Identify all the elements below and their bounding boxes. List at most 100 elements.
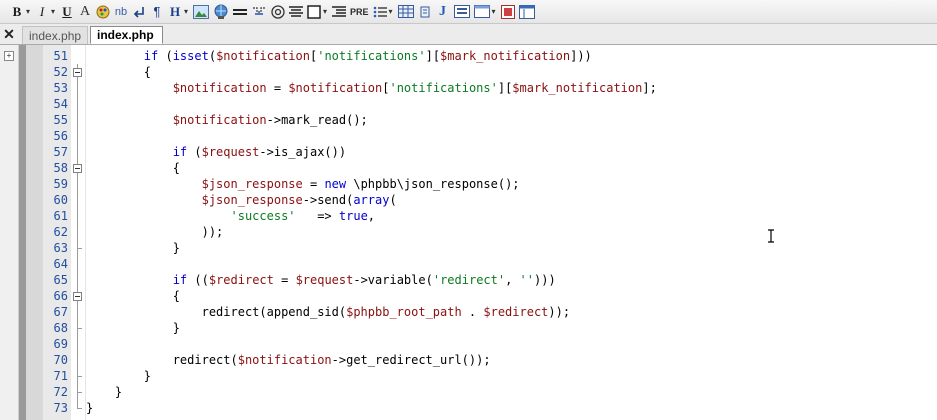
code-line[interactable]: } [86,384,122,400]
code-line[interactable]: { [86,160,180,176]
box-dropdown-arrow[interactable]: ▾ [322,3,328,21]
code-line[interactable]: $json_response = new \phpbb\json_respons… [86,176,520,192]
pre-button[interactable]: PRE [350,3,369,21]
fold-guide [77,352,78,368]
line-number: 66 [53,289,68,303]
tab-index-php-1[interactable]: index.php [22,26,88,44]
fold-guide [77,80,78,96]
bold-button[interactable]: B [10,3,24,21]
line-number: 70 [53,353,68,367]
line-number: 53 [53,81,68,95]
code-line[interactable]: } [86,240,180,256]
code-line[interactable]: } [86,368,151,384]
line-number: 69 [53,337,68,351]
palette-icon[interactable] [96,3,110,21]
fold-toggle-icon[interactable] [73,164,82,173]
line-number: 52 [53,65,68,79]
line-break-icon[interactable] [132,3,146,21]
side-panel-strip: + [0,45,19,420]
line-number: 51 [53,49,68,63]
fold-margin [71,45,86,420]
nbsp-button[interactable]: nb [114,3,128,21]
fold-guide [77,176,78,192]
editor-gutter-light [26,45,43,420]
code-editor[interactable]: if (isset($notification['notifications']… [86,45,937,420]
code-line[interactable]: } [86,400,93,416]
color-icon[interactable] [500,3,515,21]
java-button[interactable]: J [436,3,450,21]
code-line[interactable]: { [86,288,180,304]
box-icon[interactable] [307,3,321,21]
heading-dropdown-arrow[interactable]: ▾ [183,3,189,21]
code-line[interactable]: $notification = $notification['notificat… [86,80,657,96]
line-number: 67 [53,305,68,319]
code-line[interactable]: if ($request->is_ajax()) [86,144,346,160]
code-line[interactable]: redirect(append_sid($phpbb_root_path . $… [86,304,571,320]
line-number: 65 [53,273,68,287]
line-number: 55 [53,113,68,127]
horizontal-rule-icon[interactable] [233,3,247,21]
fold-guide [77,328,78,336]
fold-guide [77,392,78,400]
line-number: 57 [53,145,68,159]
frame-icon[interactable] [473,3,490,21]
underline-button[interactable]: U [60,3,74,21]
code-line[interactable]: { [86,64,151,80]
italic-dropdown-arrow[interactable]: ▾ [50,3,56,21]
line-number: 71 [53,369,68,383]
fold-guide [77,304,78,320]
frame-dropdown-arrow[interactable]: ▾ [491,3,497,21]
fold-guide [77,256,78,272]
code-line[interactable]: redirect($notification->get_redirect_url… [86,352,491,368]
italic-button[interactable]: I [35,3,49,21]
script-icon[interactable] [418,3,432,21]
code-line[interactable]: if (($redirect = $request->variable('red… [86,272,556,288]
fold-guide [77,144,78,160]
paragraph-icon[interactable]: ¶ [150,3,164,21]
tab-index-php-2[interactable]: index.php [90,26,163,44]
code-line[interactable]: 'success' => true, [86,208,376,224]
window-icon[interactable] [518,3,535,21]
line-number: 62 [53,225,68,239]
fold-toggle-icon[interactable] [73,292,82,301]
fold-guide [77,112,78,128]
formatting-toolbar: B ▾ I ▾ U A nb ¶ H ▾ ▾ PRE ▾ J ▾ [0,0,937,24]
code-line[interactable]: } [86,320,180,336]
fold-guide [77,272,78,288]
image-icon[interactable] [193,3,209,21]
line-number: 68 [53,321,68,335]
font-button[interactable]: A [78,3,92,21]
line-number: 60 [53,193,68,207]
align-icon[interactable] [289,3,303,21]
fold-guide [77,400,78,408]
heading-button[interactable]: H [168,3,182,21]
anchor-icon[interactable] [251,3,267,21]
line-number: 56 [53,129,68,143]
fold-guide [77,384,78,392]
bold-dropdown-arrow[interactable]: ▾ [25,3,31,21]
list-dropdown-arrow[interactable]: ▾ [388,3,394,21]
globe-link-icon[interactable] [213,3,229,21]
list-icon[interactable] [332,3,346,21]
line-number: 59 [53,177,68,191]
line-number: 72 [53,385,68,399]
code-line[interactable]: $notification->mark_read(); [86,112,368,128]
fold-end-mark [77,408,82,409]
table-icon[interactable] [397,3,414,21]
line-number: 54 [53,97,68,111]
fold-guide [77,320,78,328]
fold-guide [77,192,78,208]
fold-toggle-icon[interactable] [73,68,82,77]
close-tab-icon[interactable]: ✕ [0,24,18,44]
line-number: 73 [53,401,68,415]
fold-guide [77,376,78,384]
target-icon[interactable] [271,3,285,21]
form-icon[interactable] [453,3,470,21]
code-line[interactable]: $json_response->send(array( [86,192,397,208]
code-line[interactable]: )); [86,224,224,240]
ordered-list-icon[interactable] [373,3,387,21]
fold-guide [77,368,78,376]
fold-guide [77,224,78,240]
expand-panel-icon[interactable]: + [4,51,14,61]
code-line[interactable]: if (isset($notification['notifications']… [86,48,592,64]
